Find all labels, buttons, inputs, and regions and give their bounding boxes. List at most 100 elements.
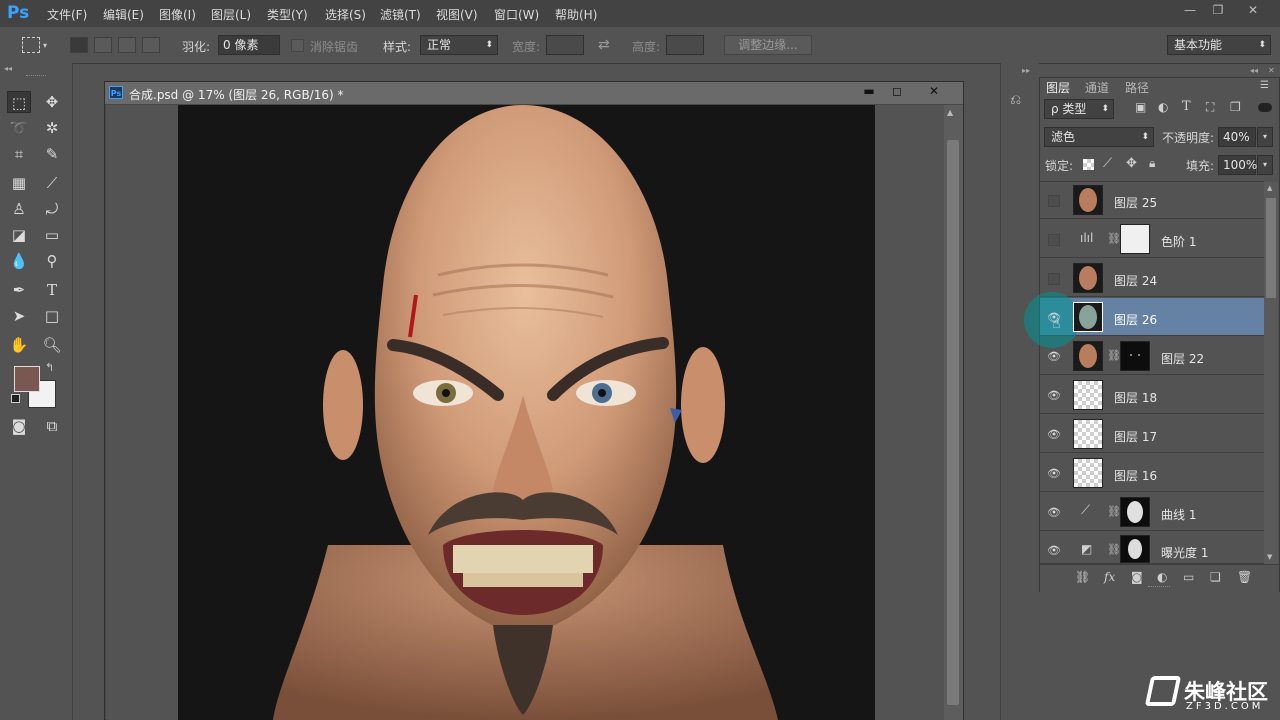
eraser-tool-icon[interactable]: ◪ bbox=[7, 224, 31, 246]
quick-mask-icon[interactable]: ◙ bbox=[7, 415, 31, 437]
swap-colors-icon[interactable]: ↰ bbox=[45, 361, 54, 374]
opacity-input[interactable]: 40% bbox=[1218, 127, 1256, 147]
lock-all-icon[interactable]: 🔒︎ bbox=[1149, 156, 1155, 171]
panel-menu-icon[interactable]: ☰ bbox=[1260, 80, 1269, 91]
lock-transparency-icon[interactable] bbox=[1083, 159, 1094, 170]
zoom-tool-icon[interactable]: 🔍︎ bbox=[40, 334, 64, 356]
tools-grip[interactable] bbox=[26, 75, 46, 79]
menu-filter[interactable]: 滤镜(T) bbox=[380, 6, 421, 23]
menu-help[interactable]: 帮助(H) bbox=[555, 6, 597, 23]
marquee-tool-preset-icon[interactable] bbox=[22, 37, 40, 53]
restore-button[interactable]: ❐ bbox=[1205, 2, 1231, 18]
menu-window[interactable]: 窗口(W) bbox=[494, 6, 539, 23]
layer-mask-thumbnail[interactable] bbox=[1120, 497, 1150, 527]
minimize-button[interactable]: — bbox=[1177, 2, 1203, 18]
magic-wand-tool-icon[interactable]: ✲ bbox=[40, 117, 64, 139]
hand-tool-icon[interactable]: ✋ bbox=[7, 334, 31, 356]
visibility-toggle-off[interactable] bbox=[1048, 273, 1060, 285]
menu-layer[interactable]: 图层(L) bbox=[211, 6, 251, 23]
antialias-checkbox[interactable] bbox=[291, 39, 304, 52]
menu-view[interactable]: 视图(V) bbox=[436, 6, 478, 23]
swap-width-height-icon[interactable]: ⇄ bbox=[598, 37, 610, 53]
history-panel-icon[interactable]: ⎌ bbox=[1010, 92, 1021, 108]
lasso-tool-icon[interactable]: ➰ bbox=[7, 117, 31, 139]
mask-link-icon[interactable]: ⛓ bbox=[1107, 349, 1121, 362]
close-button[interactable]: ✕ bbox=[1240, 2, 1266, 18]
feather-input[interactable]: 0 像素 bbox=[218, 35, 280, 55]
expand-dock-icon[interactable]: ▸▸ bbox=[1022, 66, 1030, 75]
filter-adjustment-icon[interactable]: ◐ bbox=[1158, 100, 1168, 114]
lock-pixels-icon[interactable]: ⟋ bbox=[1103, 156, 1112, 171]
spot-healing-tool-icon[interactable]: ▦ bbox=[7, 172, 31, 194]
blend-mode-select[interactable]: 滤色 ⬍ bbox=[1044, 127, 1154, 147]
canvas[interactable] bbox=[178, 105, 875, 720]
layer-row[interactable] bbox=[1040, 220, 1264, 258]
collapse-tools-icon[interactable]: ◂◂ bbox=[4, 64, 12, 73]
filter-shape-icon[interactable]: ⛶ bbox=[1206, 100, 1214, 115]
menu-image[interactable]: 图像(I) bbox=[159, 6, 196, 23]
link-layers-icon[interactable]: ⛓ bbox=[1075, 570, 1090, 584]
layer-mask-thumbnail[interactable] bbox=[1120, 535, 1150, 563]
history-brush-tool-icon[interactable]: ⤾ bbox=[40, 198, 64, 220]
intersect-selection-icon[interactable] bbox=[142, 37, 160, 53]
fill-input[interactable]: 100% bbox=[1218, 155, 1257, 175]
screen-mode-icon[interactable]: ⧉ bbox=[40, 415, 64, 437]
fill-slider-toggle[interactable]: ▾ bbox=[1257, 155, 1273, 175]
rect-marquee-tool-icon[interactable]: ⬚ bbox=[7, 91, 31, 113]
eye-icon[interactable]: 👁︎ bbox=[1046, 505, 1062, 521]
menu-select[interactable]: 选择(S) bbox=[325, 6, 366, 23]
new-selection-icon[interactable] bbox=[70, 37, 88, 53]
gradient-tool-icon[interactable]: ▭ bbox=[40, 224, 64, 246]
brush-tool-icon[interactable]: ⟋ bbox=[40, 172, 64, 194]
refine-edge-button[interactable]: 调整边缘... bbox=[724, 35, 812, 55]
add-mask-icon[interactable]: ◙ bbox=[1131, 570, 1143, 584]
pen-tool-icon[interactable]: ✒ bbox=[7, 279, 31, 301]
new-group-folder-icon[interactable]: ▭ bbox=[1183, 570, 1194, 584]
visibility-toggle-off[interactable] bbox=[1048, 195, 1060, 207]
new-adjustment-icon[interactable]: ◐ bbox=[1157, 570, 1167, 584]
doc-minimize-button[interactable]: ▬ bbox=[858, 84, 880, 99]
clone-stamp-tool-icon[interactable]: ♙ bbox=[7, 198, 31, 220]
doc-close-button[interactable]: ✕ bbox=[923, 84, 945, 99]
rectangle-tool-icon[interactable]: □ bbox=[40, 305, 64, 327]
scroll-up-icon[interactable]: ▲ bbox=[947, 108, 953, 117]
menu-file[interactable]: 文件(F) bbox=[47, 6, 87, 23]
mask-link-icon[interactable]: ⛓ bbox=[1107, 505, 1121, 518]
filter-smart-object-icon[interactable]: ❐ bbox=[1230, 100, 1241, 114]
layer-row[interactable] bbox=[1040, 493, 1264, 531]
move-tool-icon[interactable]: ✥ bbox=[40, 91, 64, 113]
eye-icon[interactable]: 👁︎ bbox=[1046, 427, 1062, 443]
opacity-slider-toggle[interactable]: ▾ bbox=[1257, 127, 1273, 147]
layer-row[interactable] bbox=[1040, 532, 1264, 564]
mask-link-icon[interactable]: ⛓ bbox=[1107, 543, 1121, 556]
eye-icon[interactable]: 👁︎ bbox=[1046, 388, 1062, 404]
add-selection-icon[interactable] bbox=[94, 37, 112, 53]
delete-layer-trash-icon[interactable]: 🗑︎ bbox=[1237, 570, 1252, 584]
layers-scrollbar-thumb[interactable] bbox=[1266, 198, 1276, 298]
layer-mask-thumbnail[interactable] bbox=[1120, 341, 1150, 371]
tab-layers[interactable]: 图层 bbox=[1046, 79, 1070, 96]
panel-resize-grip[interactable] bbox=[1148, 586, 1170, 590]
default-colors-icon[interactable] bbox=[11, 394, 20, 403]
eye-icon[interactable]: 👁︎ bbox=[1046, 466, 1062, 482]
subtract-selection-icon[interactable] bbox=[118, 37, 136, 53]
visibility-toggle-off[interactable] bbox=[1048, 234, 1060, 246]
eye-icon[interactable]: 👁︎ bbox=[1046, 543, 1062, 559]
type-tool-icon[interactable]: T bbox=[40, 279, 64, 301]
layer-filter-select[interactable]: ρ 类型 ⬍ bbox=[1044, 99, 1114, 119]
eyedropper-tool-icon[interactable]: ✎ bbox=[40, 143, 64, 165]
width-input[interactable] bbox=[546, 35, 584, 55]
scroll-down-icon[interactable]: ▼ bbox=[1267, 553, 1272, 561]
preset-dropdown-icon[interactable]: ▾ bbox=[43, 41, 47, 50]
crop-tool-icon[interactable]: ⌗ bbox=[7, 143, 31, 165]
workspace-select[interactable]: 基本功能 ⬍ bbox=[1167, 35, 1271, 55]
menu-edit[interactable]: 编辑(E) bbox=[103, 6, 144, 23]
vertical-scrollbar-thumb[interactable] bbox=[947, 140, 959, 705]
height-input[interactable] bbox=[666, 35, 704, 55]
filter-toggle[interactable] bbox=[1258, 103, 1272, 112]
layer-mask-thumbnail[interactable] bbox=[1120, 224, 1150, 254]
foreground-color-swatch[interactable] bbox=[14, 366, 40, 392]
tab-paths[interactable]: 路径 bbox=[1125, 79, 1149, 96]
style-select[interactable]: 正常 ⬍ bbox=[420, 35, 498, 55]
mask-link-icon[interactable]: ⛓ bbox=[1107, 232, 1121, 245]
